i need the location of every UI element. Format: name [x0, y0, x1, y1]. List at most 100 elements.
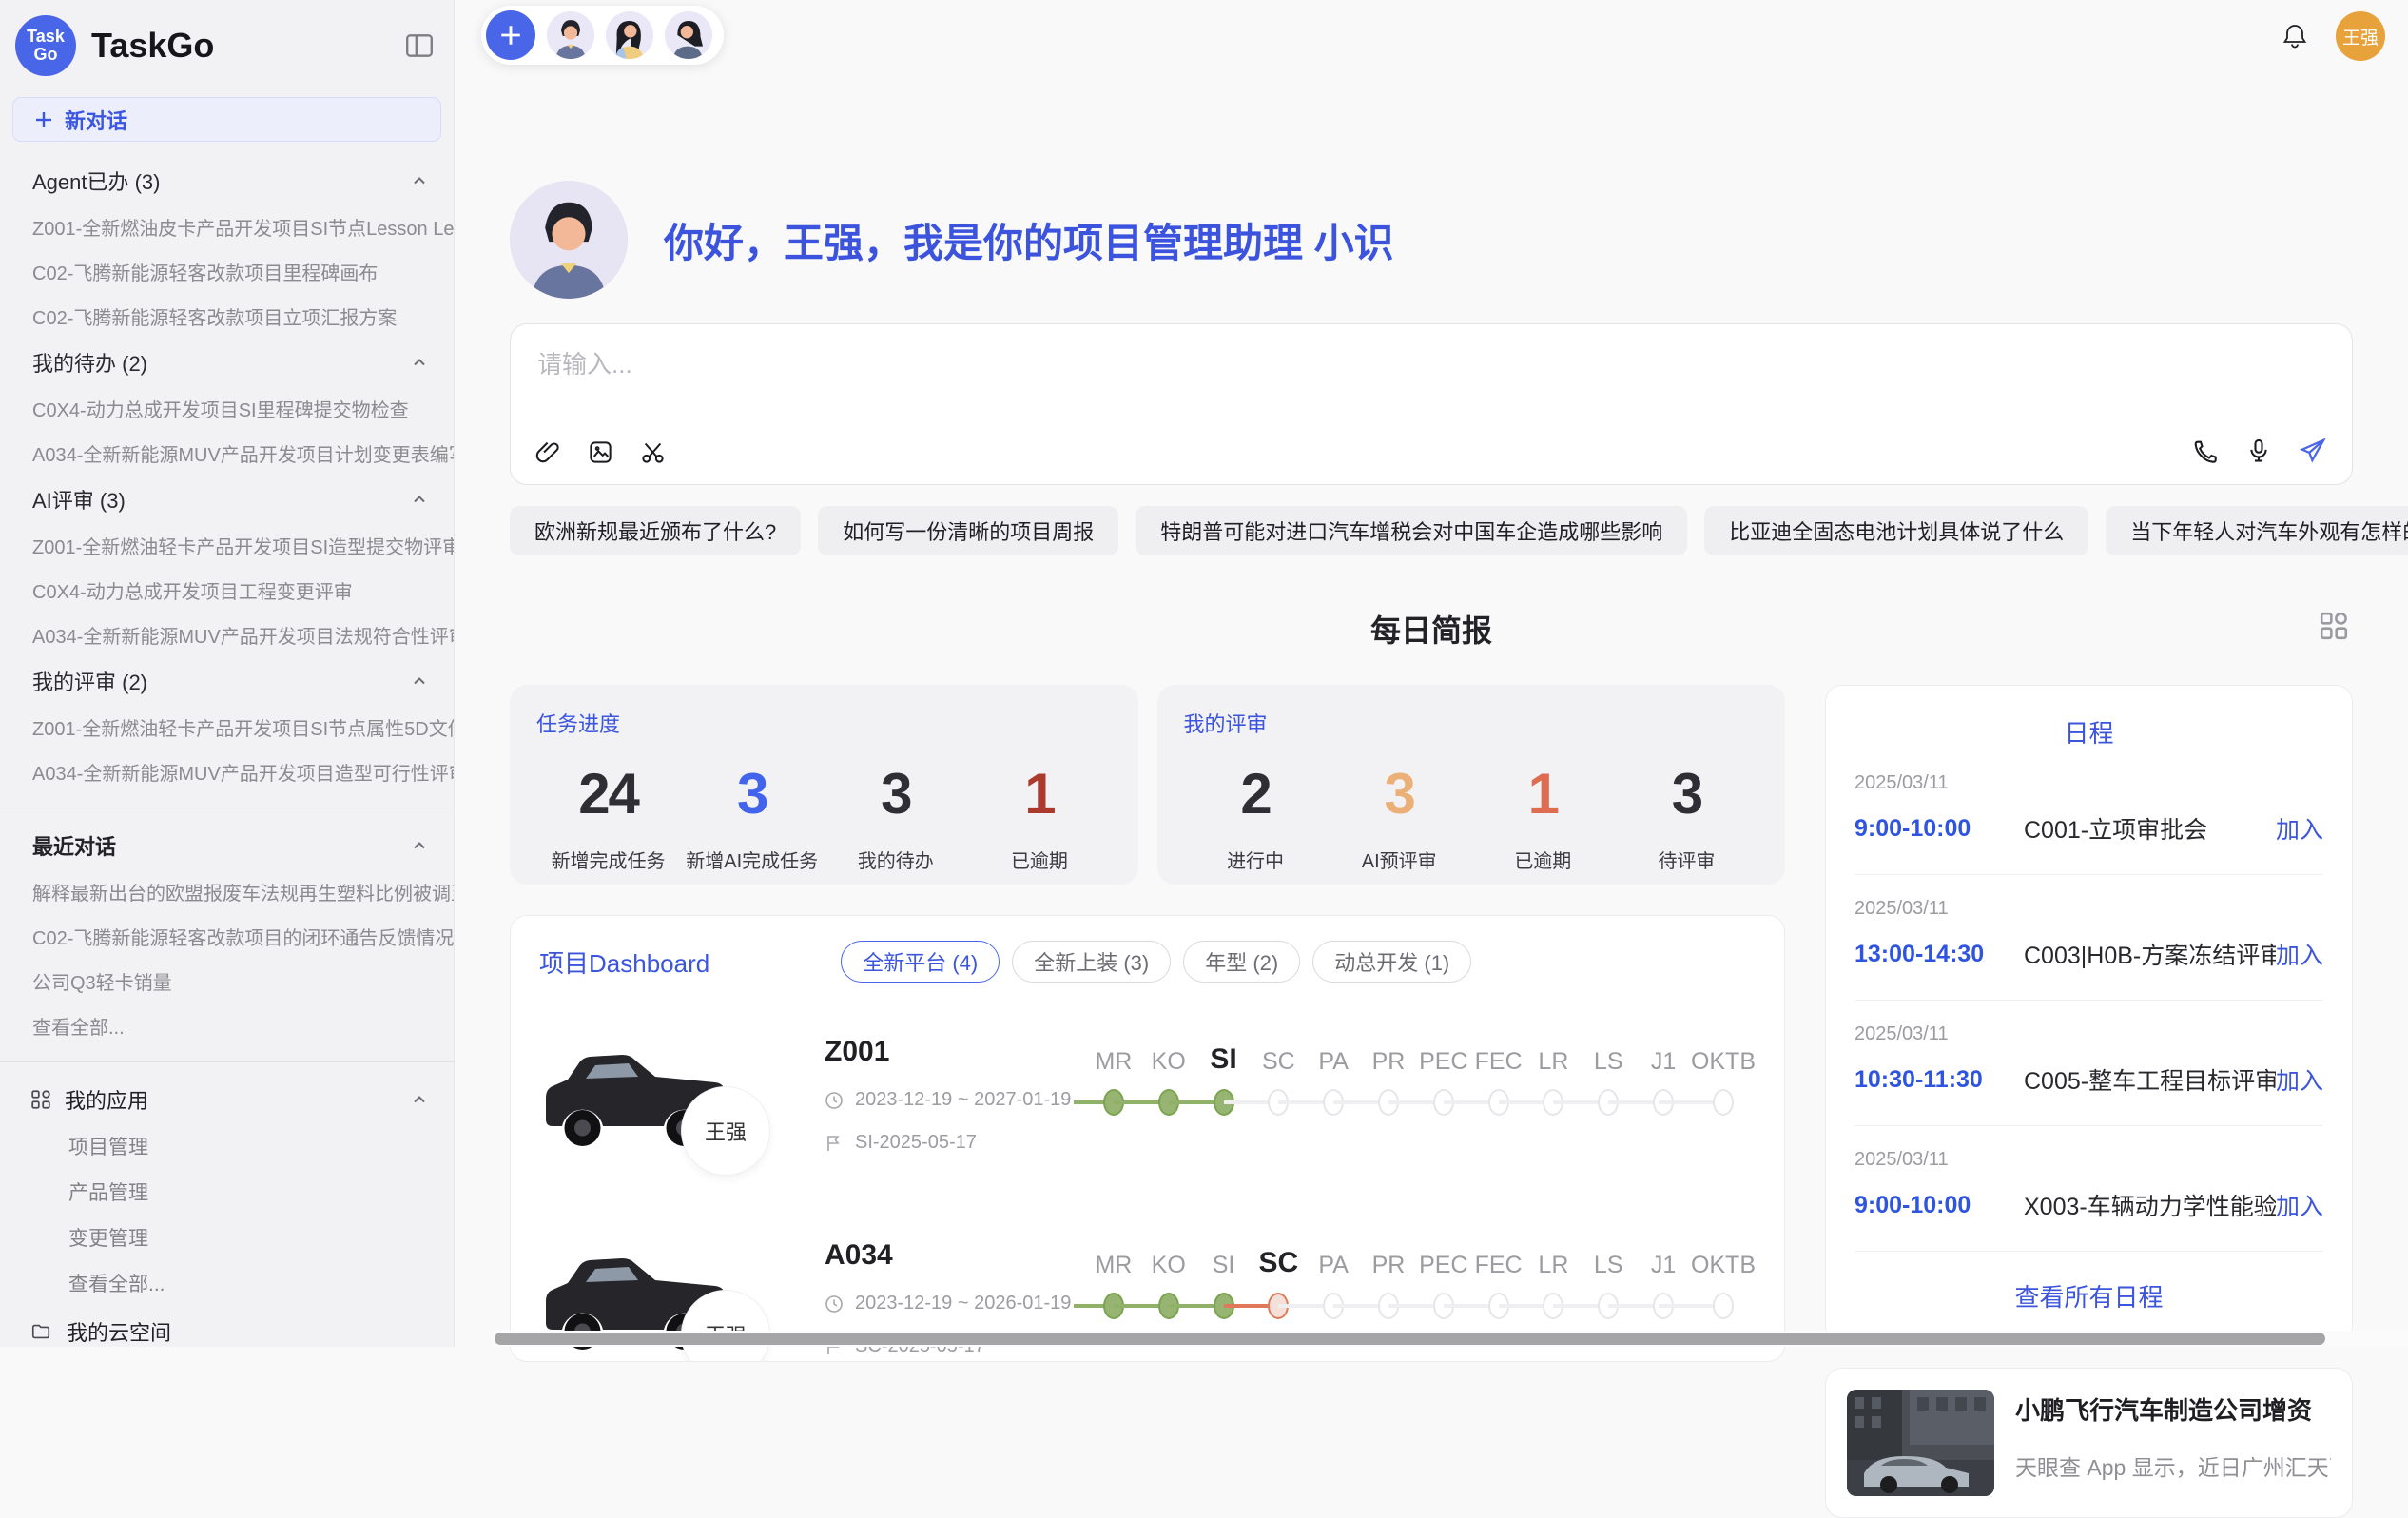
- recent-chat-item[interactable]: 查看全部...: [0, 1003, 454, 1048]
- content: 你好，王强，我是你的项目管理助理 小识 欧洲新规: [510, 74, 2353, 1347]
- brief-left-column: 任务进度24新增完成任务3新增AI完成任务3我的待办1已逾期我的评审2进行中3A…: [510, 685, 1785, 1362]
- sidebar-header: Task Go TaskGo: [0, 10, 454, 82]
- milestone-stop: J1: [1636, 1237, 1691, 1329]
- chat-input[interactable]: [535, 349, 1790, 380]
- project-date-range: 2023-12-19 ~ 2027-01-19: [825, 1089, 1086, 1111]
- sidebar-conversation-item[interactable]: C0X4-动力总成开发项目SI里程碑提交物检查: [0, 386, 454, 431]
- agent-avatar-2[interactable]: [606, 11, 653, 59]
- recent-chat-item[interactable]: 解释最新出台的欧盟报废车法规再生塑料比例被调至15%...: [0, 869, 454, 914]
- milestone-stop: SC: [1251, 1237, 1306, 1329]
- flag-icon: [825, 1134, 844, 1153]
- recent-chat-item[interactable]: 公司Q3轻卡销量: [0, 959, 454, 1003]
- sidebar-conversation-item[interactable]: Z001-全新燃油轻卡产品开发项目SI造型提交物评审: [0, 523, 454, 568]
- suggestion-chip[interactable]: 欧洲新规最近颁布了什么?: [510, 506, 801, 555]
- milestone-stop: LS: [1581, 1237, 1636, 1329]
- milestone-stop: PR: [1361, 1237, 1416, 1329]
- milestone-stop: PA: [1306, 1237, 1361, 1329]
- agent-avatar-1[interactable]: [547, 11, 594, 59]
- dashboard-filter-chip[interactable]: 全新平台 (4): [841, 941, 1000, 983]
- milestone-dot-wrap: [1471, 1291, 1526, 1329]
- horizontal-scrollbar[interactable]: [493, 1331, 2408, 1347]
- phone-icon[interactable]: [2192, 438, 2219, 464]
- milestone-dot-wrap: [1141, 1291, 1196, 1329]
- join-link[interactable]: 加入: [2276, 811, 2323, 846]
- sidebar-conversation-item[interactable]: Z001-全新燃油皮卡产品开发项目SI节点Lesson Learn报告: [0, 204, 454, 249]
- chevron-up-icon: [410, 671, 429, 691]
- project-media: 王强: [539, 1034, 825, 1186]
- milestone-label: PEC: [1416, 1034, 1471, 1076]
- scrollbar-thumb[interactable]: [495, 1333, 2325, 1345]
- sidebar-conversation-item[interactable]: C02-飞腾新能源轻客改款项目立项汇报方案: [0, 294, 454, 339]
- stat-metric-value: 3: [1615, 761, 1758, 827]
- suggestion-chip[interactable]: 特朗普可能对进口汽车增税会对中国车企造成哪些影响: [1136, 506, 1687, 555]
- scissors-icon[interactable]: [640, 439, 666, 465]
- daily-brief-title: 每日简报: [510, 607, 2353, 651]
- sidebar-conversation-item[interactable]: C02-飞腾新能源轻客改款项目里程碑画布: [0, 249, 454, 294]
- dashboard-filter-chip[interactable]: 动总开发 (1): [1312, 941, 1471, 983]
- agent-avatar-3[interactable]: [665, 11, 712, 59]
- schedule-entry-main: 9:00-10:00X003-车辆动力学性能验...加入: [1855, 1188, 2323, 1222]
- view-all-schedule-link[interactable]: 查看所有日程: [1855, 1252, 2323, 1329]
- my-apps-header[interactable]: 我的应用: [0, 1076, 454, 1123]
- app-title: TaskGo: [91, 26, 404, 66]
- sidebar-conversation-item[interactable]: C0X4-动力总成开发项目工程变更评审: [0, 568, 454, 613]
- news-text: 小鹏飞行汽车制造公司增资 天眼查 App 显示，近日广州汇天飞行汽...: [2015, 1390, 2331, 1496]
- stat-metric: 2进行中: [1184, 761, 1328, 873]
- news-card[interactable]: 小鹏飞行汽车制造公司增资 天眼查 App 显示，近日广州汇天飞行汽...: [1825, 1368, 2353, 1518]
- milestone-dot: [1713, 1293, 1734, 1319]
- sidebar-section-header[interactable]: AI评审 (3): [0, 476, 454, 523]
- sidebar: Task Go TaskGo 新对话 Agent已办 (3)Z001-全新燃油皮…: [0, 0, 455, 1347]
- paperclip-icon[interactable]: [535, 439, 561, 465]
- dashboard-title: 项目Dashboard: [539, 944, 709, 980]
- my-apps-item[interactable]: 产品管理: [0, 1169, 454, 1215]
- bell-icon[interactable]: [2281, 22, 2309, 50]
- recent-chats-header[interactable]: 最近对话: [0, 822, 454, 869]
- milestone-dot-wrap: [1196, 1291, 1252, 1329]
- my-apps-item[interactable]: 变更管理: [0, 1215, 454, 1260]
- suggestion-chip[interactable]: 比亚迪全固态电池计划具体说了什么: [1704, 506, 2088, 555]
- my-apps-title: 我的应用: [65, 1084, 397, 1115]
- schedule-time: 9:00-10:00: [1855, 1192, 2024, 1219]
- milestone-dot-wrap: [1416, 1291, 1471, 1329]
- my-apps-item[interactable]: 项目管理: [0, 1123, 454, 1169]
- sidebar-conversation-item[interactable]: A034-全新新能源MUV产品开发项目造型可行性评审: [0, 749, 454, 794]
- main-area: 王强 你好，王强，我是你的项目管理助理 小识: [455, 0, 2408, 1347]
- suggestion-chip[interactable]: 当下年轻人对汽车外观有怎样的喜好趋势: [2106, 506, 2408, 555]
- milestone-stop: FEC: [1471, 1237, 1526, 1329]
- project-info: Z0012023-12-19 ~ 2027-01-19SI-2025-05-17: [825, 1034, 1086, 1154]
- add-agent-button[interactable]: [486, 10, 535, 60]
- sidebar-section-header[interactable]: Agent已办 (3): [0, 157, 454, 204]
- stat-metric-value: 1: [967, 761, 1111, 827]
- sidebar-collapse-icon[interactable]: [404, 30, 435, 61]
- app-logo: Task Go: [15, 15, 76, 76]
- milestone-stop: OKTB: [1691, 1237, 1756, 1329]
- dashboard-filter-chip[interactable]: 全新上装 (3): [1012, 941, 1171, 983]
- new-chat-button[interactable]: 新对话: [12, 97, 441, 142]
- project-code: A034: [825, 1239, 1086, 1272]
- user-avatar[interactable]: 王强: [2336, 11, 2385, 61]
- project-dashboard-card: 项目Dashboard 全新平台 (4) 全新上装 (3) 年型 (2) 动总开发 (…: [510, 915, 1785, 1362]
- sidebar-conversation-item[interactable]: A034-全新新能源MUV产品开发项目计划变更表编写: [0, 431, 454, 476]
- microphone-icon[interactable]: [2245, 438, 2272, 464]
- sidebar-item-cloud-space[interactable]: 我的云空间: [0, 1306, 454, 1347]
- dashboard-filter-chip[interactable]: 年型 (2): [1183, 941, 1300, 983]
- project-row[interactable]: 王强Z0012023-12-19 ~ 2027-01-19SI-2025-05-…: [539, 1034, 1756, 1186]
- sidebar-conversation-item[interactable]: Z001-全新燃油轻卡产品开发项目SI节点属性5D文件评审: [0, 705, 454, 749]
- suggestion-chip[interactable]: 如何写一份清晰的项目周报: [818, 506, 1118, 555]
- milestone-stop: LR: [1526, 1237, 1582, 1329]
- sidebar-section-header[interactable]: 我的评审 (2): [0, 657, 454, 705]
- sidebar-section-title: 我的待办 (2): [32, 347, 410, 378]
- layout-grid-icon[interactable]: [2319, 611, 2349, 641]
- send-icon[interactable]: [2299, 437, 2327, 465]
- join-link[interactable]: 加入: [2276, 1062, 2323, 1097]
- recent-chat-item[interactable]: C02-飞腾新能源轻客改款项目的闭环通告反馈情况: [0, 914, 454, 959]
- image-icon[interactable]: [588, 439, 613, 465]
- milestone-label: LR: [1526, 1237, 1582, 1279]
- sidebar-section-header[interactable]: 我的待办 (2): [0, 339, 454, 386]
- sidebar-conversation-item[interactable]: A034-全新新能源MUV产品开发项目法规符合性评审: [0, 613, 454, 657]
- my-apps-item[interactable]: 查看全部...: [0, 1260, 454, 1306]
- join-link[interactable]: 加入: [2276, 937, 2323, 971]
- cloud-space-label: 我的云空间: [67, 1316, 171, 1347]
- join-link[interactable]: 加入: [2276, 1188, 2323, 1222]
- project-code: Z001: [825, 1036, 1086, 1068]
